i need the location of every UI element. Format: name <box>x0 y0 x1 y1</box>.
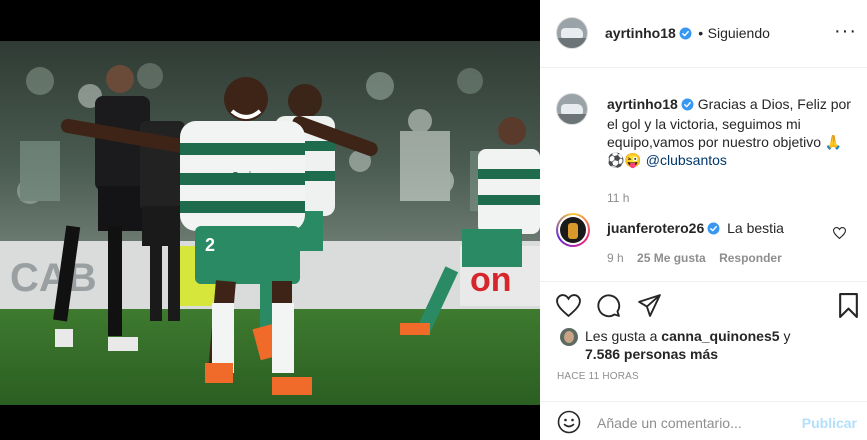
emoji-smiley-icon[interactable] <box>557 410 581 439</box>
comment-input[interactable]: Añade un comentario... <box>597 415 742 431</box>
liked-by-user[interactable]: canna_quinones5 <box>661 328 779 344</box>
caption: ayrtinho18 Gracias a Dios, Feliz por el … <box>607 95 857 205</box>
caption-time[interactable]: 11 h <box>607 191 857 205</box>
svg-text:CAB: CAB <box>10 256 97 300</box>
post-media-area: CAB on Soriana 2 <box>0 0 540 440</box>
more-options-icon[interactable]: ··· <box>834 21 857 41</box>
avatar-image-road <box>557 114 587 124</box>
comment-likes[interactable]: 25 Me gusta <box>637 251 706 265</box>
avatar-figure <box>568 223 578 239</box>
svg-text:Soriana: Soriana <box>232 171 269 182</box>
comment: juanferotero26 La bestia 9 h 25 Me gusta… <box>607 219 827 265</box>
post-header: ayrtinho18 • Siguiendo ··· <box>540 0 867 68</box>
publish-button[interactable]: Publicar <box>802 415 857 431</box>
avatar-image-car <box>561 28 583 38</box>
follow-status-button[interactable]: Siguiendo <box>708 25 770 41</box>
likes-summary: Les gusta a canna_quinones5 y <box>585 327 855 345</box>
avatar-image-road <box>557 38 587 48</box>
comment-text: La bestia <box>727 220 784 236</box>
likes-count-link[interactable]: 7.586 personas más <box>585 345 718 363</box>
comment-like-heart-icon[interactable] <box>832 226 847 244</box>
liked-by-avatar[interactable] <box>560 328 578 346</box>
commenter-avatar-inner <box>558 215 588 245</box>
verified-badge-icon <box>707 221 720 239</box>
verified-badge-icon <box>679 27 692 45</box>
share-send-icon[interactable] <box>637 293 662 323</box>
soccer-celebration-image: CAB on Soriana 2 <box>0 41 540 405</box>
commenter-avatar <box>560 217 586 243</box>
avatar-face <box>564 331 574 343</box>
caption-author-avatar[interactable] <box>556 93 588 125</box>
avatar-image-car <box>561 104 583 114</box>
posted-time[interactable]: HACE 11 HORAS <box>557 371 639 382</box>
separator-dot: • <box>698 25 704 41</box>
comments-section: ayrtinho18 Gracias a Dios, Feliz por el … <box>540 69 867 281</box>
caption-mention-link[interactable]: @clubsantos <box>646 152 727 168</box>
add-comment-bar: Añade un comentario... Publicar <box>540 401 867 440</box>
comment-reply-button[interactable]: Responder <box>719 251 782 265</box>
svg-text:2: 2 <box>205 235 215 255</box>
verified-badge-icon <box>681 97 694 115</box>
instagram-post-view: CAB on Soriana 2 ayrtinho18 • Siguiendo … <box>0 0 867 440</box>
post-photo[interactable]: CAB on Soriana 2 <box>0 41 540 405</box>
author-avatar[interactable] <box>556 17 588 49</box>
post-details-panel: ayrtinho18 • Siguiendo ··· ayrtinho18 Gr… <box>540 0 867 440</box>
liked-by-prefix: Les gusta a <box>585 328 658 344</box>
save-bookmark-icon[interactable] <box>838 293 859 323</box>
comment-bubble-icon[interactable] <box>596 293 621 323</box>
comment-time[interactable]: 9 h <box>607 251 624 265</box>
liked-by-conj: y <box>783 328 791 344</box>
caption-author[interactable]: ayrtinho18 <box>607 96 678 112</box>
commenter-avatar-ring[interactable] <box>556 213 590 247</box>
comment-author[interactable]: juanferotero26 <box>607 220 704 236</box>
comment-meta: 9 h 25 Me gusta Responder <box>607 251 827 265</box>
author-username[interactable]: ayrtinho18 <box>605 25 676 41</box>
header-author-line: ayrtinho18 • Siguiendo <box>605 25 770 45</box>
like-heart-icon[interactable] <box>556 294 581 322</box>
